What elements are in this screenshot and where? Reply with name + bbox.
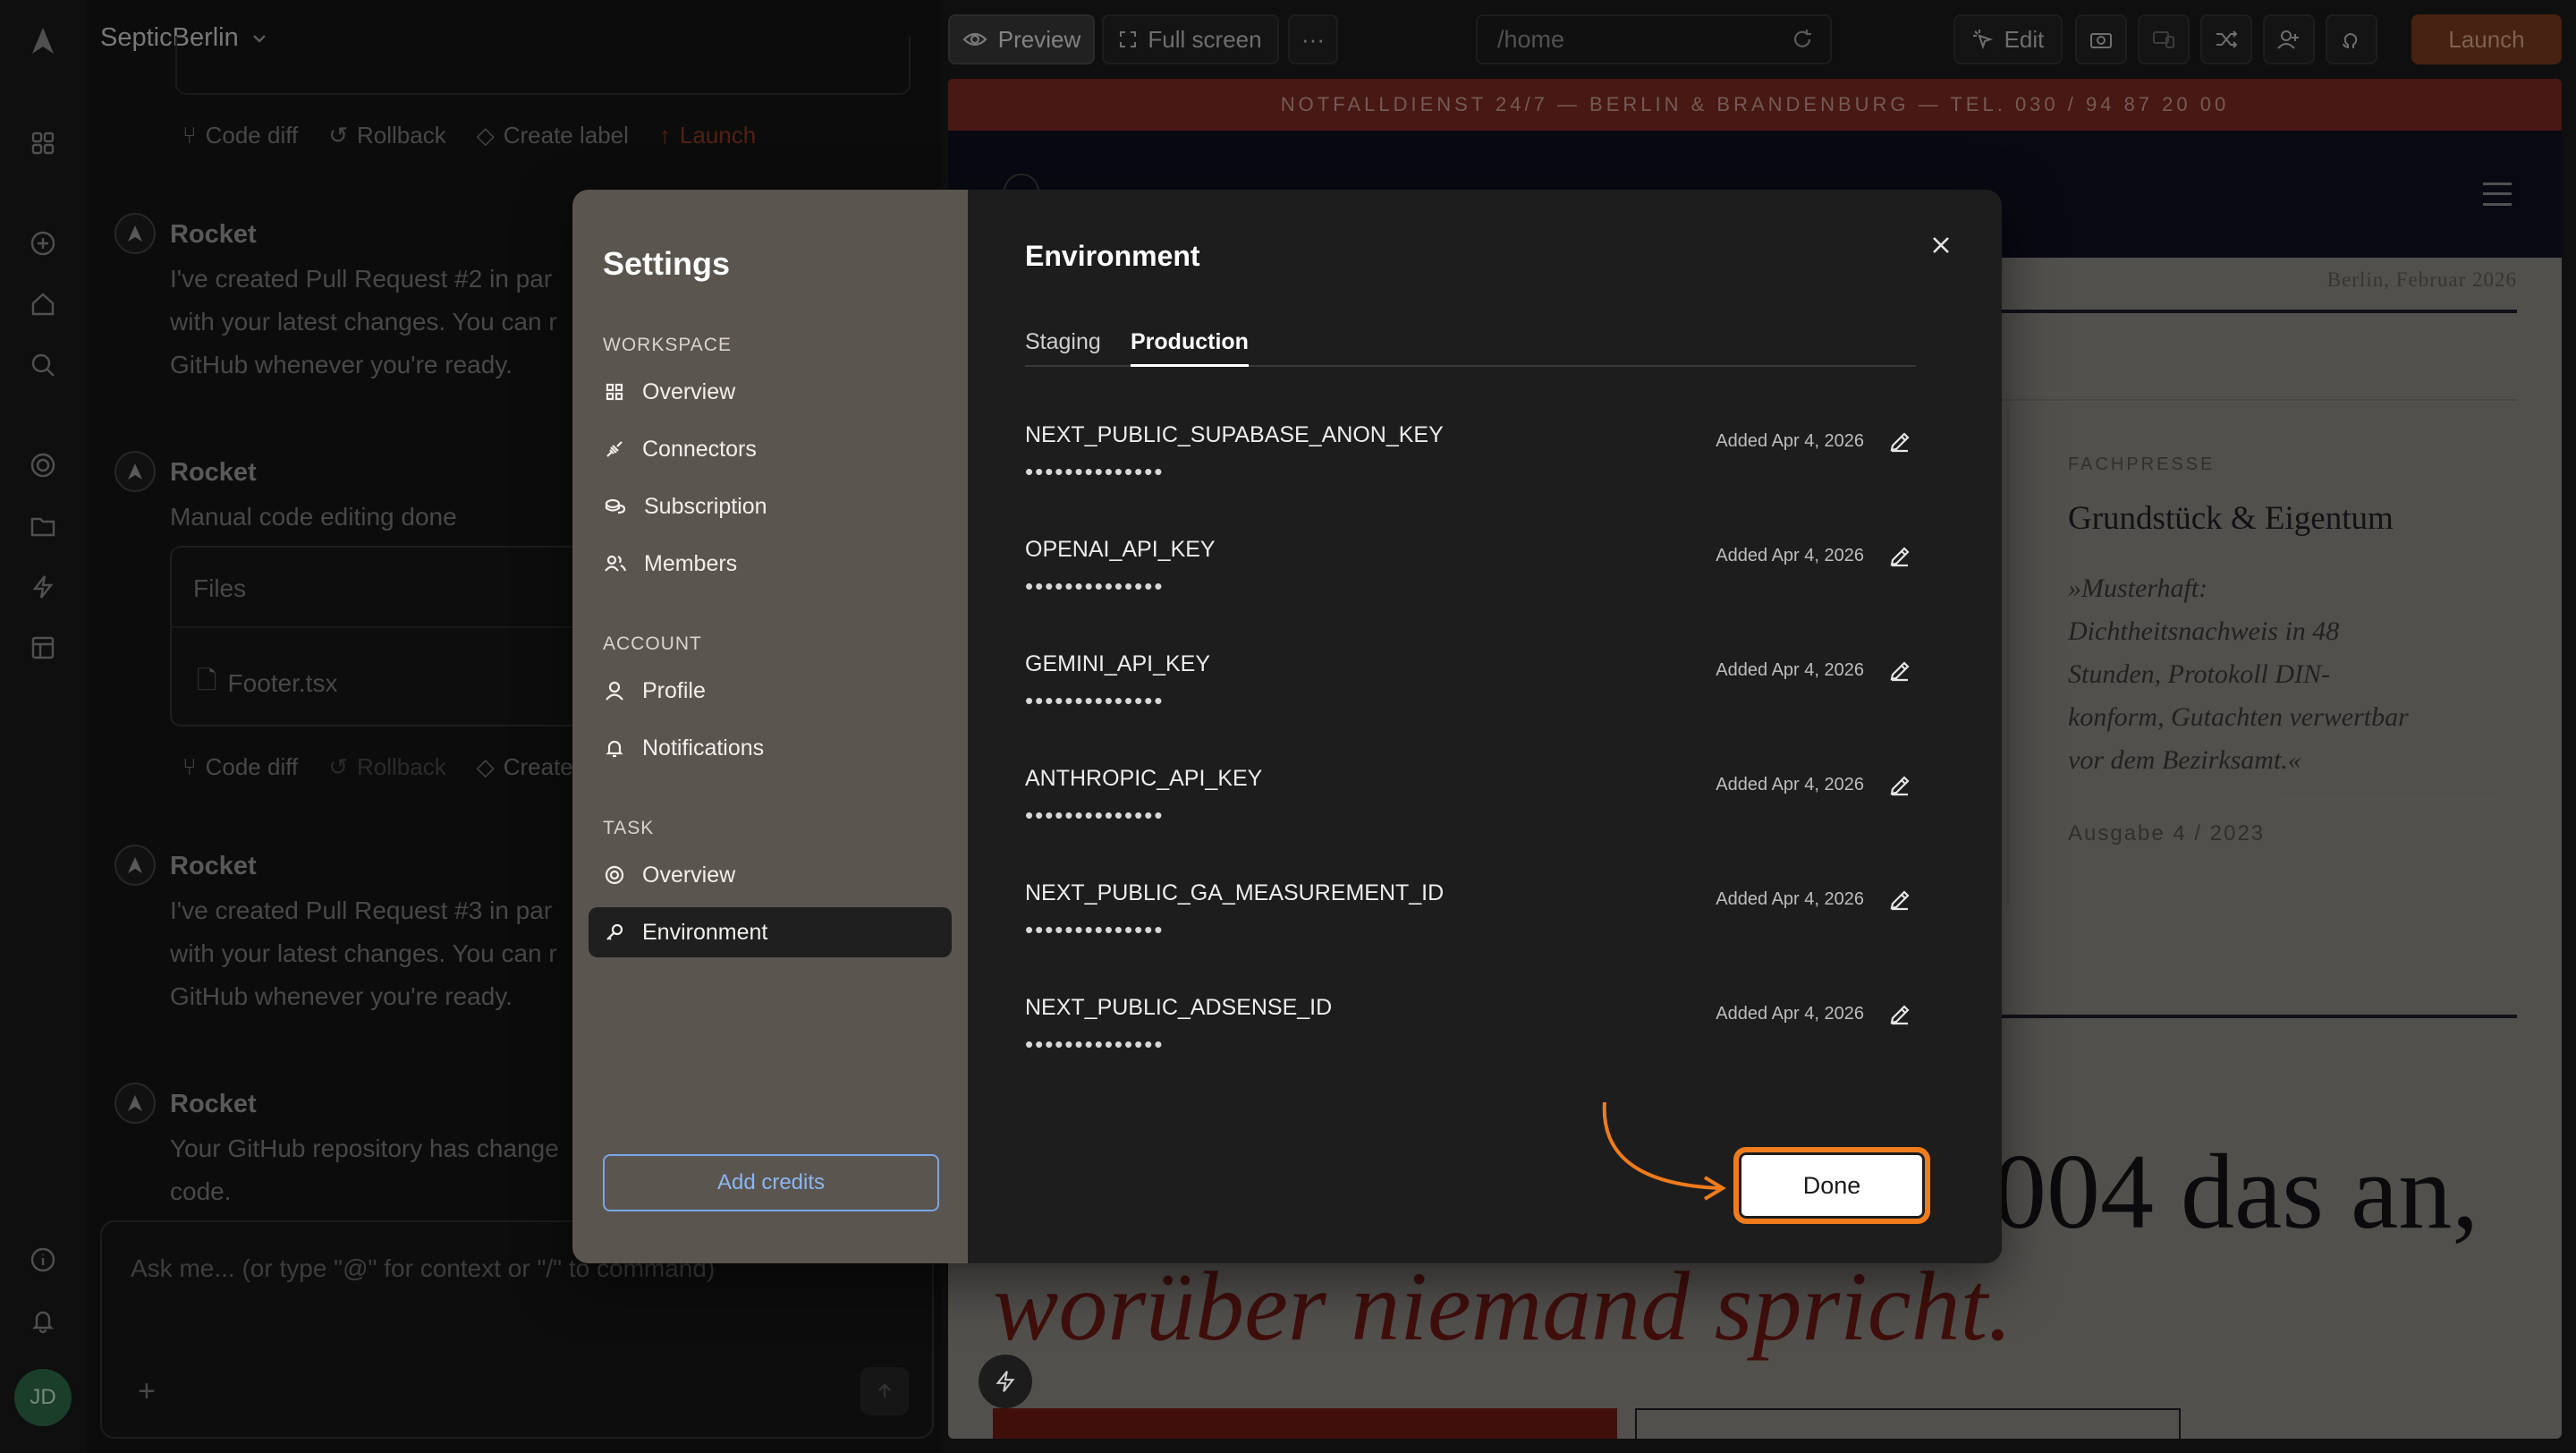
coins-icon <box>605 498 626 514</box>
env-var-added: Added Apr 4, 2026 <box>1716 660 1864 680</box>
pencil-icon <box>1890 547 1910 567</box>
tab-staging[interactable]: Staging <box>1025 329 1101 355</box>
sidebar-item-connectors[interactable]: Connectors <box>589 424 952 474</box>
env-var-added: Added Apr 4, 2026 <box>1716 431 1864 451</box>
env-var-added: Added Apr 4, 2026 <box>1716 775 1864 794</box>
env-var-value: •••••••••••••• <box>1025 687 1165 714</box>
section-workspace: WORKSPACE <box>603 335 732 355</box>
env-var-value: •••••••••••••• <box>1025 458 1165 485</box>
section-account: ACCOUNT <box>603 633 702 654</box>
plug-icon <box>606 441 623 457</box>
edit-env-var-button[interactable] <box>1884 655 1916 687</box>
sidebar-item-environment[interactable]: Environment <box>589 907 952 957</box>
pencil-icon <box>1890 890 1910 911</box>
env-var-row: GEMINI_API_KEY •••••••••••••• Added Apr … <box>1025 635 1928 743</box>
grid-icon <box>606 383 623 401</box>
edit-env-var-button[interactable] <box>1884 884 1916 916</box>
env-var-row: NEXT_PUBLIC_ADSENSE_ID •••••••••••••• Ad… <box>1025 979 1928 1086</box>
panel-title: Environment <box>1025 240 1200 272</box>
env-var-name: ANTHROPIC_API_KEY <box>1025 766 1263 791</box>
sidebar-item-subscription[interactable]: Subscription <box>589 481 952 531</box>
pencil-icon <box>1890 661 1910 682</box>
env-var-added: Added Apr 4, 2026 <box>1716 1004 1864 1024</box>
section-task: TASK <box>603 818 655 838</box>
close-button[interactable] <box>1921 225 1961 265</box>
done-button[interactable]: Done <box>1733 1147 1930 1224</box>
settings-title: Settings <box>603 245 731 282</box>
env-var-value: •••••••••••••• <box>1025 573 1165 599</box>
sidebar-item-notifications[interactable]: Notifications <box>589 723 952 773</box>
target-icon <box>605 865 624 885</box>
key-icon <box>606 923 623 940</box>
close-icon <box>1933 237 1949 253</box>
sidebar-item-profile[interactable]: Profile <box>589 666 952 716</box>
env-var-row: OPENAI_API_KEY •••••••••••••• Added Apr … <box>1025 521 1928 628</box>
users-icon <box>605 555 626 572</box>
annotation-arrow-icon <box>1602 1101 1726 1201</box>
env-var-row: ANTHROPIC_API_KEY •••••••••••••• Added A… <box>1025 750 1928 857</box>
edit-env-var-button[interactable] <box>1884 998 1916 1031</box>
env-var-value: •••••••••••••• <box>1025 802 1165 828</box>
env-var-added: Added Apr 4, 2026 <box>1716 546 1864 565</box>
pencil-icon <box>1890 776 1910 796</box>
edit-env-var-button[interactable] <box>1884 426 1916 458</box>
environment-panel: Environment Staging Production NEXT_PUBL… <box>968 190 2002 1263</box>
quick-action-button[interactable] <box>979 1355 1032 1408</box>
env-var-row: NEXT_PUBLIC_GA_MEASUREMENT_ID ••••••••••… <box>1025 864 1928 972</box>
tab-production[interactable]: Production <box>1131 329 1249 367</box>
add-credits-button[interactable]: Add credits <box>603 1154 939 1211</box>
edit-env-var-button[interactable] <box>1884 540 1916 573</box>
env-var-name: NEXT_PUBLIC_SUPABASE_ANON_KEY <box>1025 422 1444 447</box>
user-icon <box>606 681 623 701</box>
env-var-name: OPENAI_API_KEY <box>1025 537 1216 562</box>
lightning-icon <box>996 1371 1015 1392</box>
env-var-name: NEXT_PUBLIC_GA_MEASUREMENT_ID <box>1025 880 1445 905</box>
env-var-value: •••••••••••••• <box>1025 1031 1165 1058</box>
sidebar-item-members[interactable]: Members <box>589 539 952 589</box>
env-var-name: GEMINI_API_KEY <box>1025 651 1211 676</box>
edit-env-var-button[interactable] <box>1884 769 1916 802</box>
env-var-name: NEXT_PUBLIC_ADSENSE_ID <box>1025 995 1333 1020</box>
settings-sidebar: Settings WORKSPACE Overview Connectors S… <box>572 190 968 1263</box>
settings-modal: Settings WORKSPACE Overview Connectors S… <box>572 190 2002 1263</box>
sidebar-item-task-overview[interactable]: Overview <box>589 850 952 900</box>
sidebar-item-overview[interactable]: Overview <box>589 367 952 417</box>
pencil-icon <box>1890 432 1910 453</box>
env-var-added: Added Apr 4, 2026 <box>1716 889 1864 909</box>
pencil-icon <box>1890 1005 1910 1025</box>
env-var-row: NEXT_PUBLIC_SUPABASE_ANON_KEY ••••••••••… <box>1025 406 1928 514</box>
env-var-value: •••••••••••••• <box>1025 916 1165 943</box>
bell-icon <box>606 740 623 758</box>
